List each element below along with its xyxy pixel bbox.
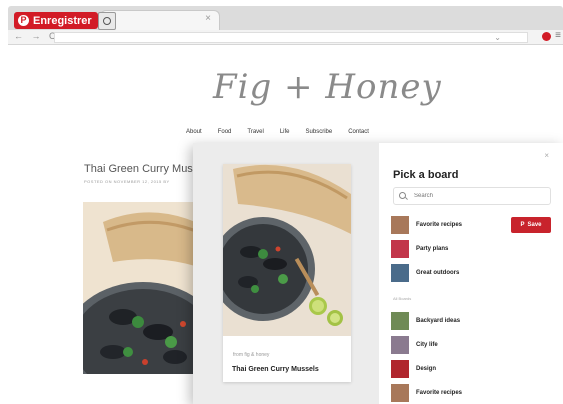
board-search-box[interactable]	[393, 187, 551, 205]
address-bar[interactable]: ⌄	[54, 32, 528, 43]
pin-title: Thai Green Curry Mussels	[232, 366, 319, 373]
board-item[interactable]: Party plans	[391, 240, 551, 258]
board-item[interactable]: City life	[391, 336, 551, 354]
site-navigation: About Food Travel Life Subscribe Contact	[186, 129, 369, 135]
board-item[interactable]: Favorite recipes	[391, 384, 551, 402]
pin-card: from fig & honey Thai Green Curry Mussel…	[223, 164, 351, 382]
board-name: Great outdoors	[416, 270, 460, 276]
board-name: Favorite recipes	[416, 222, 463, 228]
board-name: City life	[416, 342, 438, 348]
browser-toolbar: ← → C ⌄ ≡	[8, 30, 563, 45]
board-name: Design	[416, 366, 437, 372]
navigation-icons[interactable]: ← → C	[14, 31, 59, 41]
board-item[interactable]: Backyard ideas	[391, 312, 551, 330]
pinterest-save-extension-button[interactable]: P Enregistrer	[14, 12, 98, 29]
nav-link-life[interactable]: Life	[280, 129, 290, 135]
save-button[interactable]: P Save	[511, 217, 551, 233]
post-meta: POSTED ON NOVEMBER 12, 2015 BY	[84, 179, 170, 184]
site-logo[interactable]: Fig + Honey	[213, 67, 442, 107]
board-thumbnail	[391, 360, 409, 378]
all-boards-heading: All Boards	[393, 296, 412, 301]
close-icon[interactable]: ×	[544, 151, 549, 160]
board-thumbnail	[391, 264, 409, 282]
board-item[interactable]: Design	[391, 360, 551, 378]
board-thumbnail	[391, 384, 409, 402]
pin-source: from fig & honey	[233, 352, 270, 358]
pinterest-extension-icon[interactable]	[542, 32, 551, 41]
board-thumbnail	[391, 312, 409, 330]
nav-link-about[interactable]: About	[186, 129, 202, 135]
nav-link-contact[interactable]: Contact	[348, 129, 369, 135]
browser-tab[interactable]: ×	[100, 10, 220, 31]
nav-link-food[interactable]: Food	[218, 129, 232, 135]
board-thumbnail	[391, 240, 409, 258]
pin-image	[223, 164, 351, 336]
visual-search-icon[interactable]	[98, 12, 116, 30]
board-picker-panel: × Pick a board Favorite recipes P Save P…	[379, 143, 563, 404]
nav-link-subscribe[interactable]: Subscribe	[306, 129, 333, 135]
tab-close-icon[interactable]: ×	[205, 13, 211, 24]
board-name: Party plans	[416, 246, 449, 252]
pick-board-title: Pick a board	[393, 169, 459, 181]
chevron-down-icon[interactable]: ⌄	[494, 33, 501, 42]
save-label: Save	[527, 222, 542, 228]
board-name: Favorite recipes	[416, 390, 463, 396]
pinterest-logo-icon: P	[18, 15, 29, 26]
pinterest-pin-icon: P	[520, 222, 525, 228]
menu-icon[interactable]: ≡	[555, 30, 561, 41]
board-name: Backyard ideas	[416, 318, 461, 324]
search-icon	[399, 192, 406, 199]
pin-preview-panel: from fig & honey Thai Green Curry Mussel…	[193, 143, 379, 404]
board-thumbnail	[391, 216, 409, 234]
pin-save-modal: from fig & honey Thai Green Curry Mussel…	[193, 143, 563, 404]
nav-link-travel[interactable]: Travel	[247, 129, 263, 135]
board-item[interactable]: Great outdoors	[391, 264, 551, 282]
post-title[interactable]: Thai Green Curry Muss	[84, 163, 198, 175]
board-search-input[interactable]	[414, 191, 534, 200]
extension-save-label: Enregistrer	[33, 14, 92, 27]
board-thumbnail	[391, 336, 409, 354]
